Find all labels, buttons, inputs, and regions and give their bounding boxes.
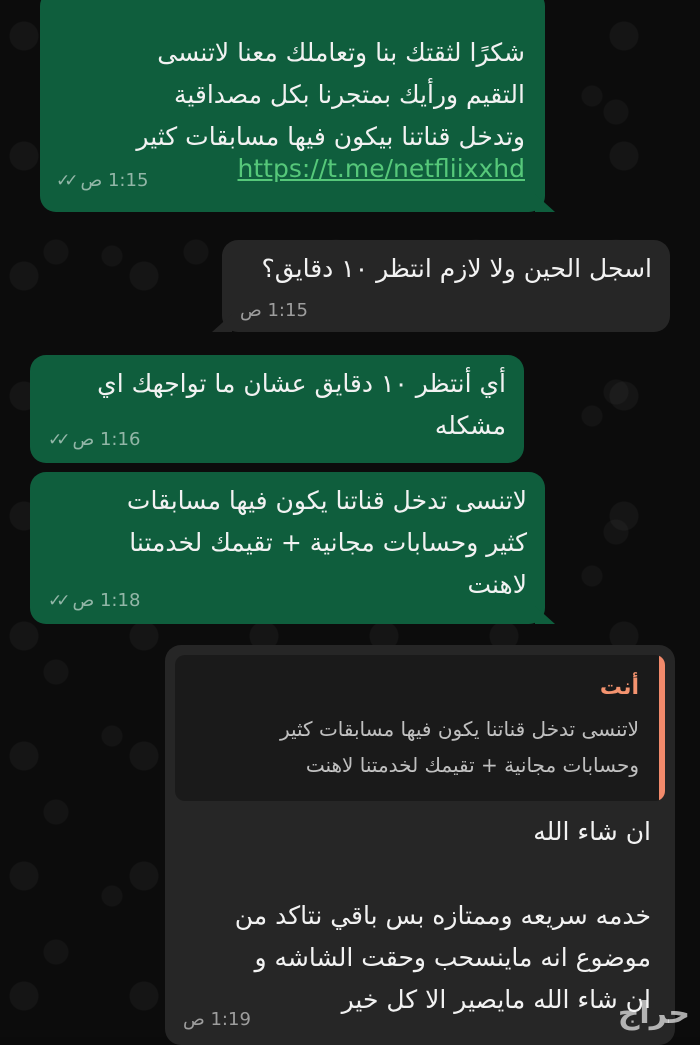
message-meta: 1:15 ص xyxy=(240,300,308,321)
quote-author: أنت xyxy=(599,675,639,700)
site-watermark-logo: حراج xyxy=(617,996,690,1031)
message-text: شكرًا لثقتك بنا وتعاملك معنا لاتنسى التق… xyxy=(136,38,525,151)
message-text: لاتنسى تدخل قناتنا يكون فيها مسابقات كثي… xyxy=(126,486,527,599)
message-meta: ✓✓ 1:18 ص xyxy=(48,590,140,611)
message-meta: 1:19 ص xyxy=(183,1009,251,1030)
message-text: ان شاء الله خدمه سريعه وممتازه بس باقي ن… xyxy=(234,817,651,1014)
message-time: 1:15 ص xyxy=(80,170,149,191)
double-check-icon: ✓✓ xyxy=(48,590,70,611)
message-bubble-incoming[interactable]: اسجل الحين ولا لازم انتظر ١٠ دقايق؟ 1:15… xyxy=(222,240,670,332)
message-bubble-outgoing[interactable]: شكرًا لثقتك بنا وتعاملك معنا لاتنسى التق… xyxy=(40,0,545,212)
message-time: 1:15 ص xyxy=(240,300,308,321)
double-check-icon: ✓✓ xyxy=(56,170,78,191)
message-link[interactable]: https://t.me/netfliixxhd xyxy=(238,154,526,184)
message-meta: ✓✓ 1:15 ص xyxy=(56,170,148,191)
message-meta: ✓✓ 1:16 ص xyxy=(48,429,140,450)
quote-text: لاتنسى تدخل قناتنا يكون فيها مسابقات كثي… xyxy=(279,717,639,777)
message-text: اسجل الحين ولا لازم انتظر ١٠ دقايق؟ xyxy=(261,254,652,283)
message-bubble-outgoing[interactable]: أي أنتظر ١٠ دقايق عشان ما تواجهك اي مشكل… xyxy=(30,355,524,463)
message-bubble-incoming-reply[interactable]: أنت لاتنسى تدخل قناتنا يكون فيها مسابقات… xyxy=(165,645,675,1045)
message-time: 1:18 ص xyxy=(72,590,141,611)
quoted-message[interactable]: أنت لاتنسى تدخل قناتنا يكون فيها مسابقات… xyxy=(175,655,665,801)
message-bubble-outgoing[interactable]: لاتنسى تدخل قناتنا يكون فيها مسابقات كثي… xyxy=(30,472,545,624)
message-time: 1:16 ص xyxy=(72,429,141,450)
quote-accent-bar xyxy=(659,655,665,801)
message-time: 1:19 ص xyxy=(183,1009,251,1030)
double-check-icon: ✓✓ xyxy=(48,429,70,450)
